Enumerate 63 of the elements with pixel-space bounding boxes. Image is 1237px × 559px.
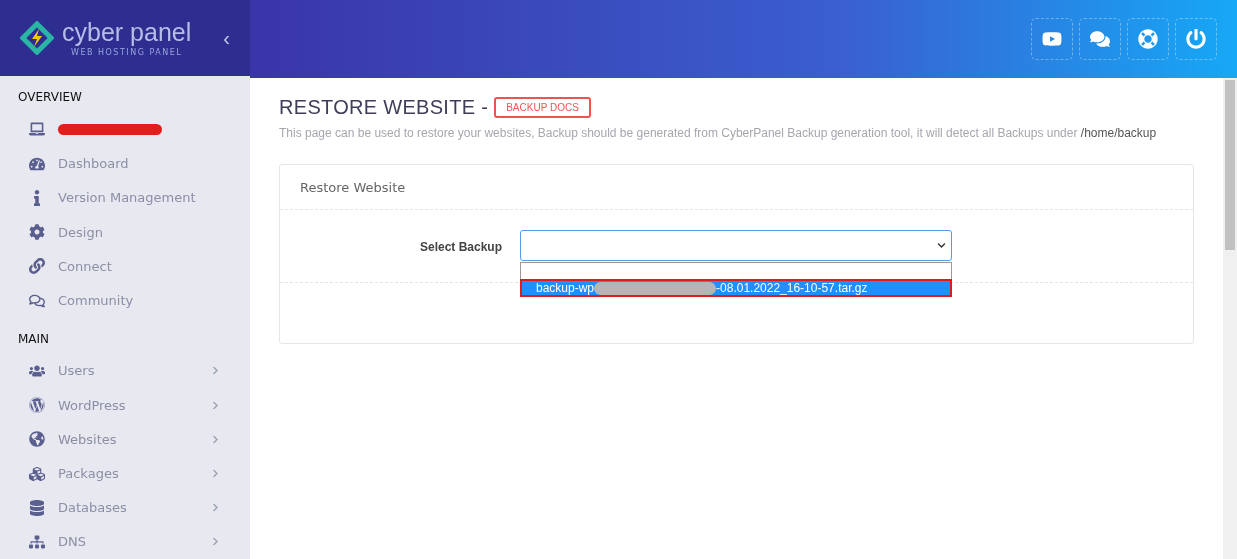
chevron-icon bbox=[211, 537, 220, 547]
wordpress-icon bbox=[28, 397, 46, 414]
link-icon bbox=[28, 258, 46, 275]
option-text: backup-wp bbox=[536, 281, 595, 295]
chevron-icon bbox=[211, 400, 220, 410]
sidebar-label: Design bbox=[58, 224, 103, 240]
option-text: -08.01.2022_16-10-57.tar.gz bbox=[716, 281, 868, 295]
sidebar-item[interactable]: Community bbox=[0, 283, 250, 318]
sidebar-label: WordPress bbox=[58, 397, 126, 413]
sidebar-item[interactable]: Databases bbox=[0, 490, 250, 525]
database-icon bbox=[28, 499, 46, 516]
chat-button[interactable] bbox=[1079, 18, 1121, 60]
chat-icon bbox=[28, 292, 46, 309]
collapse-button[interactable]: ‹ bbox=[219, 26, 234, 50]
sidebar-item[interactable]: WordPress bbox=[0, 387, 250, 423]
sidebar-label: Version Management bbox=[58, 190, 196, 206]
youtube-icon bbox=[1042, 29, 1062, 49]
gear-icon bbox=[28, 224, 46, 241]
chat-icon bbox=[1090, 29, 1110, 49]
sidebar-item[interactable]: Websites bbox=[0, 422, 250, 457]
sidebar-label: Websites bbox=[58, 431, 117, 447]
chevron-icon bbox=[211, 366, 220, 376]
chevron-icon bbox=[211, 469, 220, 478]
sidebar-label: DNS bbox=[58, 534, 86, 550]
youtube-button[interactable] bbox=[1031, 18, 1073, 60]
sidebar-item[interactable]: Packages bbox=[0, 456, 250, 491]
field-label: Select Backup bbox=[418, 239, 502, 254]
chevron-icon bbox=[211, 503, 220, 513]
brand-tagline: WEB HOSTING PANEL bbox=[70, 47, 184, 57]
sidebar-item[interactable]: Dashboard bbox=[0, 146, 250, 181]
chevron-icon bbox=[211, 434, 220, 444]
sidebar-label: Connect bbox=[58, 258, 112, 274]
sidebar-item[interactable]: Users bbox=[0, 353, 250, 388]
dashboard-icon bbox=[28, 155, 46, 172]
laptop-icon bbox=[28, 121, 46, 138]
sidebar-item[interactable]: DNS bbox=[0, 524, 250, 559]
sidebar-label: Users bbox=[58, 363, 95, 379]
logo-icon bbox=[20, 21, 54, 56]
sidebar-label: Community bbox=[58, 293, 134, 309]
brand-name: cyber panel bbox=[62, 19, 192, 45]
sitemap-icon bbox=[28, 533, 46, 550]
dropdown-option[interactable]: backup-wp -08.01.2022_16-10-57.tar.gz bbox=[521, 280, 951, 296]
support-button[interactable] bbox=[1127, 18, 1169, 60]
backup-docs-button[interactable]: BACKUP DOCS bbox=[494, 97, 591, 118]
card-title: Restore Website bbox=[280, 165, 1193, 210]
backup-select[interactable] bbox=[520, 230, 952, 261]
scrollbar[interactable] bbox=[1223, 78, 1237, 559]
page-description: This page can be used to restore your websites, Backup should be generated from CyberPanel Backup generation tool, it will detect all Backups under /home/backup bbox=[279, 125, 1158, 142]
chevron-down-icon bbox=[937, 241, 946, 250]
sidebar-label: Dashboard bbox=[58, 156, 129, 172]
section-title: OVERVIEW bbox=[17, 89, 83, 107]
section-title: MAIN bbox=[17, 330, 51, 348]
sidebar-item[interactable]: Version Management bbox=[0, 180, 250, 215]
sidebar-item[interactable]: Connect bbox=[0, 249, 250, 284]
power-button[interactable] bbox=[1175, 18, 1217, 60]
globe-icon bbox=[28, 431, 46, 448]
power-icon bbox=[1186, 29, 1206, 49]
cubes-icon bbox=[28, 465, 46, 482]
sidebar-label: Databases bbox=[58, 500, 127, 516]
sidebar-item[interactable]: Design bbox=[0, 215, 250, 250]
page-title: RESTORE WEBSITE - bbox=[279, 96, 489, 119]
sidebar-label: Packages bbox=[58, 466, 119, 481]
lifebuoy-icon bbox=[1138, 29, 1158, 49]
